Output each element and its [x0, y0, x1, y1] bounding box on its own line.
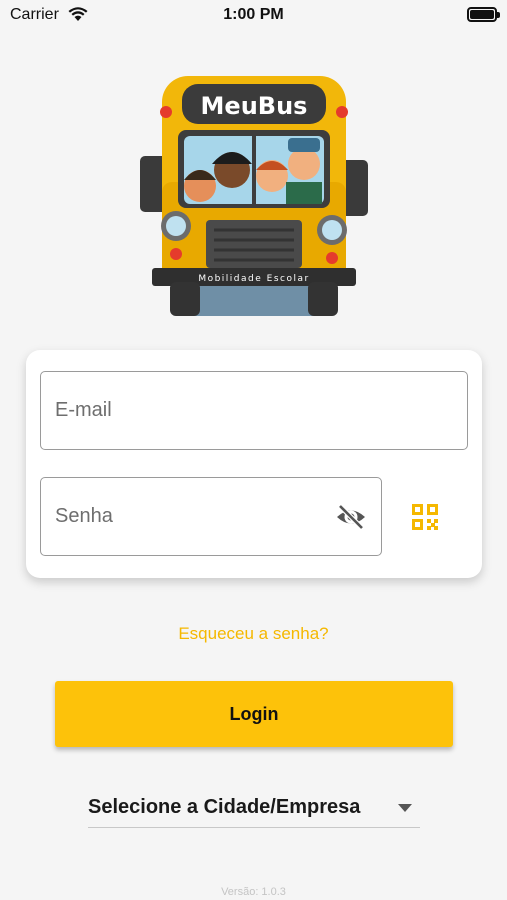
email-field[interactable] [40, 371, 468, 450]
password-input[interactable] [55, 478, 325, 555]
version-label: Versão: 1.0.3 [221, 886, 286, 898]
city-company-select[interactable]: Selecione a Cidade/Empresa [88, 786, 420, 828]
city-select-label: Selecione a Cidade/Empresa [88, 796, 361, 818]
status-bar: Carrier 1:00 PM [0, 0, 507, 32]
forgot-password-link[interactable]: Esqueceu a senha? [0, 624, 507, 644]
dropdown-arrow-icon [398, 804, 412, 812]
password-field[interactable] [40, 477, 382, 556]
clock: 1:00 PM [223, 6, 284, 23]
login-card [26, 350, 482, 578]
meubus-logo: MeuBus Mobilidade Escolar [140, 76, 368, 316]
email-input[interactable] [55, 372, 455, 449]
login-button[interactable]: Login [55, 681, 453, 747]
battery-icon [467, 7, 500, 22]
logo-tagline-text: Mobilidade Escolar [198, 274, 309, 284]
logo-brand-text: MeuBus [201, 92, 308, 120]
eye-off-icon[interactable] [335, 503, 367, 531]
qr-code-icon[interactable] [411, 503, 439, 531]
